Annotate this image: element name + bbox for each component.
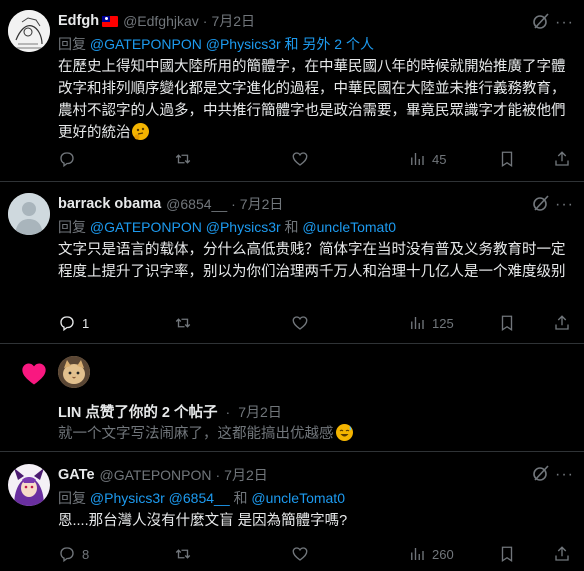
avatar[interactable] xyxy=(8,193,50,235)
bookmark-icon xyxy=(501,315,513,332)
more-options-icon[interactable]: ··· xyxy=(555,196,574,214)
reply-count: 8 xyxy=(82,546,90,562)
reply-context: 回复 @Physics3r @6854__ 和 @uncleTomat0 xyxy=(58,488,572,508)
reply-button[interactable] xyxy=(58,150,76,168)
author-handle[interactable]: @Edfghjkav xyxy=(123,13,199,29)
like-notification[interactable]: LIN 点赞了你的 2 个帖子 · 7月2日 就一个文字写法闹麻了，这都能搞出优… xyxy=(0,344,584,452)
separator-dot: · xyxy=(215,467,221,483)
preview-text: 就一个文字写法闹麻了，这都能搞出优越感 xyxy=(58,426,334,442)
separator-dot: · xyxy=(202,13,208,29)
author-handle[interactable]: @6854__ xyxy=(166,196,227,212)
taiwan-flag-icon xyxy=(102,15,119,27)
views-button[interactable]: 45 xyxy=(408,150,446,168)
reply-button[interactable]: 8 xyxy=(58,545,89,563)
anime-avatar-icon xyxy=(8,464,50,506)
repost-button[interactable] xyxy=(174,314,192,332)
share-button[interactable] xyxy=(553,545,571,563)
bookmark-button[interactable] xyxy=(498,150,516,168)
like-button[interactable] xyxy=(291,545,309,563)
notification-line: LIN 点赞了你的 2 个帖子 · 7月2日 xyxy=(58,401,282,422)
more-options-icon[interactable]: ··· xyxy=(555,466,574,484)
like-button[interactable] xyxy=(291,314,309,332)
views-count: 45 xyxy=(432,151,447,167)
default-avatar-icon xyxy=(8,193,50,235)
cat-avatar-icon xyxy=(58,356,90,388)
bookmark-button[interactable] xyxy=(498,314,516,332)
timestamp[interactable]: 7月2日 xyxy=(224,465,268,485)
timestamp[interactable]: 7月2日 xyxy=(211,11,255,31)
repost-icon xyxy=(175,318,191,328)
tweet-barrack-obama[interactable]: barrack obama @6854__ · 7月2日 回复 @GATEPON… xyxy=(0,182,584,344)
notification-action: 点赞了你的 2 个帖子 xyxy=(85,405,218,421)
like-button[interactable] xyxy=(291,150,309,168)
liker-avatar[interactable] xyxy=(58,356,90,388)
share-button[interactable] xyxy=(553,150,571,168)
reply-mentions[interactable]: @GATEPONPON @Physics3r xyxy=(90,36,281,52)
reply-icon xyxy=(60,547,74,563)
views-bar-chart-icon xyxy=(411,317,424,329)
reply-context: 回复 @GATEPONPON @Physics3r 和 另外 2 个人 xyxy=(58,34,572,54)
reply-mentions[interactable]: @Physics3r @6854__ xyxy=(90,490,230,506)
views-count: 260 xyxy=(432,546,454,562)
separator-dot: · xyxy=(231,196,236,212)
bookmark-button[interactable] xyxy=(498,545,516,563)
views-count: 125 xyxy=(432,315,454,331)
tweet-text: 恩....那台灣人沒有什麼文盲 是因為簡體字嗎? xyxy=(58,513,348,529)
repost-icon xyxy=(175,549,191,559)
heart-outline-icon xyxy=(292,547,308,561)
thinking-face-emoji-icon xyxy=(131,123,149,140)
repost-button[interactable] xyxy=(174,150,192,168)
share-icon xyxy=(555,315,569,330)
views-button[interactable]: 260 xyxy=(408,545,454,563)
share-button[interactable] xyxy=(553,314,571,332)
separator-dot: · xyxy=(225,404,231,420)
tweet-text: 在歷史上得知中國大陸所用的簡體字，在中華民國八年的時候就開始推廣了字體改字和排列… xyxy=(58,56,572,144)
avatar[interactable] xyxy=(8,464,50,506)
heart-outline-icon xyxy=(292,316,308,330)
share-icon xyxy=(555,151,569,166)
liker-name[interactable]: LIN xyxy=(58,405,81,421)
share-icon xyxy=(555,546,569,561)
reply-button[interactable]: 1 xyxy=(58,314,89,332)
repost-icon xyxy=(175,154,191,164)
tweet-edfgh[interactable]: Edfgh @Edfghjkav · 7月2日 回复 @GATEPONPON @… xyxy=(0,0,584,182)
avatar[interactable] xyxy=(8,10,50,52)
reply-mentions[interactable]: @GATEPONPON @Physics3r xyxy=(90,219,281,235)
reply-and: 和 xyxy=(233,490,248,506)
views-bar-chart-icon xyxy=(411,153,424,165)
reply-icon xyxy=(60,152,74,168)
grok-icon[interactable] xyxy=(532,464,550,482)
views-bar-chart-icon xyxy=(411,548,424,560)
reply-context: 回复 @GATEPONPON @Physics3r 和 @uncleTomat0 xyxy=(58,217,572,237)
author-handle[interactable]: @GATEPONPON xyxy=(100,467,212,483)
reply-and: 和 xyxy=(284,219,299,235)
reply-prefix: 回复 xyxy=(58,219,86,235)
reply-others-link[interactable]: 和 另外 2 个人 xyxy=(285,36,374,52)
author-name[interactable]: GATe xyxy=(58,467,95,483)
bookmark-icon xyxy=(501,151,513,168)
author-name[interactable]: Edfgh xyxy=(58,13,99,29)
heart-outline-icon xyxy=(292,152,308,166)
reply-prefix: 回复 xyxy=(58,36,86,52)
sketch-avatar-icon xyxy=(8,10,50,52)
tweet-text: 文字只是语言的载体，分什么高低贵贱？简体字在当时没有普及义务教育时一定程度上提升… xyxy=(58,242,566,280)
reply-count: 1 xyxy=(82,315,90,331)
timestamp[interactable]: 7月2日 xyxy=(238,404,282,420)
reply-icon xyxy=(60,316,74,332)
grok-icon[interactable] xyxy=(532,12,550,30)
sweat-smile-emoji-icon xyxy=(335,424,353,441)
views-button[interactable]: 125 xyxy=(408,314,454,332)
heart-filled-icon xyxy=(22,363,46,385)
more-options-icon[interactable]: ··· xyxy=(555,14,574,32)
repost-button[interactable] xyxy=(174,545,192,563)
reply-prefix: 回复 xyxy=(58,490,86,506)
tweet-gate[interactable]: GATe @GATEPONPON · 7月2日 回复 @Physics3r @6… xyxy=(0,452,584,571)
timestamp[interactable]: 7月2日 xyxy=(240,194,284,214)
author-name[interactable]: barrack obama xyxy=(58,196,161,212)
reply-mention-last[interactable]: @uncleTomat0 xyxy=(251,490,345,506)
reply-mention-last[interactable]: @uncleTomat0 xyxy=(302,219,396,235)
liked-post-preview[interactable]: 就一个文字写法闹麻了，这都能搞出优越感 xyxy=(58,422,353,443)
bookmark-icon xyxy=(501,546,513,563)
grok-icon[interactable] xyxy=(532,194,550,212)
